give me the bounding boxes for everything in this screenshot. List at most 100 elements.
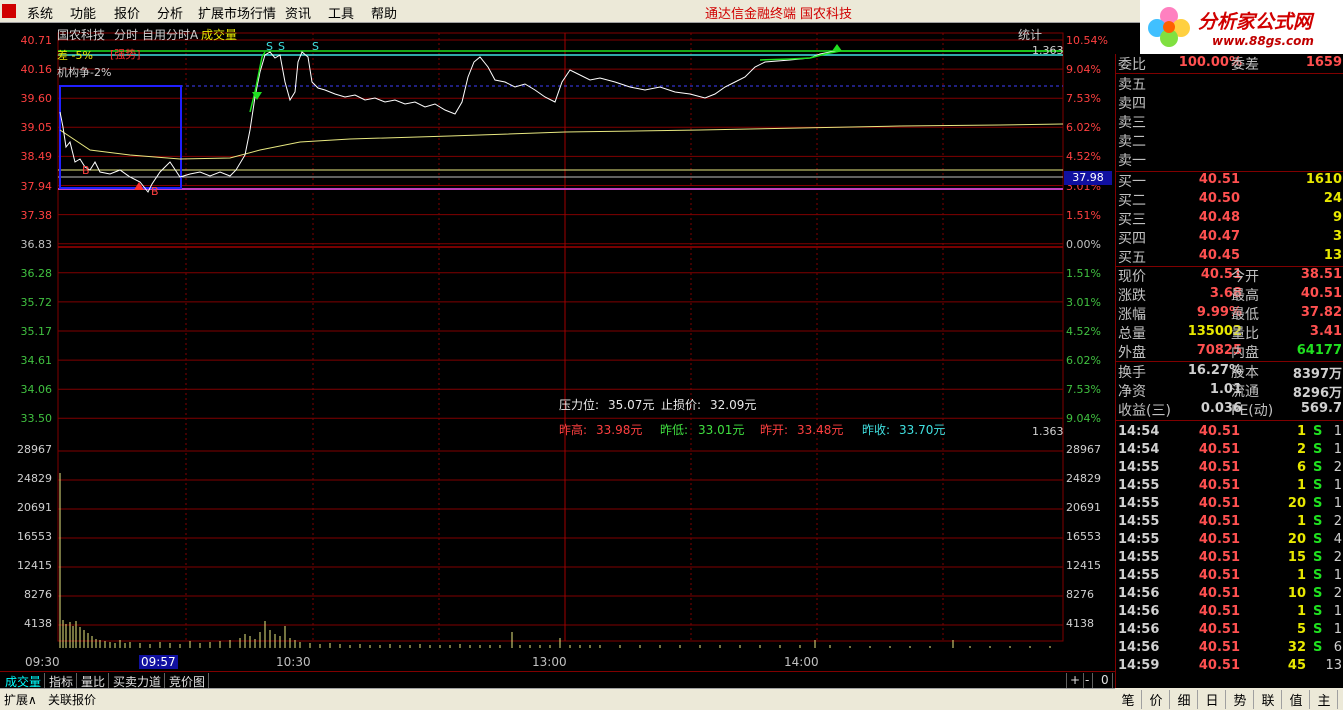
volume-tick: 4138	[24, 617, 52, 630]
percent-tick: 4.52%	[1066, 150, 1101, 164]
stat-label: 涨幅	[1118, 307, 1146, 323]
price-line	[59, 50, 1063, 193]
percent-tick: 7.53%	[1066, 92, 1101, 106]
trade-volume: 15	[1287, 550, 1306, 565]
trade-row: 14:55 40.51 1 S 1	[1116, 568, 1343, 586]
menu-help[interactable]: 帮助	[371, 3, 397, 22]
menu-quote[interactable]: 报价	[114, 3, 140, 22]
ask-level-label: 卖五	[1118, 77, 1146, 93]
stop-value: 32.09元	[710, 398, 757, 412]
trade-volume: 45	[1287, 658, 1306, 673]
menu-function[interactable]: 功能	[70, 3, 96, 22]
bid-volume: 24	[1323, 191, 1342, 206]
trade-row: 14:54 40.51 2 S 1	[1116, 442, 1343, 460]
ratio-label: 委比	[1118, 57, 1146, 73]
trade-count: 2	[1333, 586, 1342, 601]
trade-price: 40.51	[1198, 460, 1240, 475]
volume-tick: 8276	[24, 588, 52, 601]
price-tick: 40.16	[20, 63, 53, 77]
signal-marker: S	[266, 40, 273, 53]
right-tab[interactable]: 主	[1311, 690, 1338, 709]
quote-panel: 委比 100.00% 委差 1659 卖五 卖四 卖三 卖二 卖一 买一 40.51 161…	[1115, 54, 1343, 688]
price-tick: 39.05	[20, 121, 53, 135]
volume-tick: 12415	[17, 559, 52, 572]
price-tick: 37.94	[20, 179, 53, 193]
tab-auction[interactable]: 竞价图	[166, 673, 210, 689]
volume-tick: 24829	[17, 472, 52, 485]
volume-tick: 28967	[17, 443, 52, 456]
trade-price: 40.51	[1198, 586, 1240, 601]
chart-tabs: 成交量 指标 量比 买卖力道 竞价图 + - 0	[0, 671, 1115, 689]
right-tab[interactable]: 值	[1283, 690, 1310, 709]
trade-row: 14:56 40.51 1 S 1	[1116, 604, 1343, 622]
percent-tick: 1.51%	[1066, 208, 1101, 222]
volume-tick-right: 24829	[1066, 472, 1101, 485]
bid-volume: 1610	[1305, 172, 1342, 187]
volume-tick-right: 8276	[1066, 588, 1094, 601]
stat-value: 37.82	[1300, 305, 1342, 320]
chart-canvas[interactable]: S S SBB	[0, 22, 1115, 672]
price-tick: 34.06	[20, 383, 53, 397]
flower-icon	[1148, 7, 1190, 47]
price-tick: 37.38	[20, 208, 53, 222]
prev-low-value: 33.01元	[698, 423, 745, 437]
pressure-label: 压力位:	[559, 398, 600, 412]
related-quote-button[interactable]: 关联报价	[48, 691, 96, 708]
trade-time: 14:59	[1118, 658, 1160, 673]
bid-price: 40.51	[1198, 172, 1240, 187]
trade-count: 6	[1333, 640, 1342, 655]
average-price-line	[59, 123, 1064, 160]
trade-volume: 10	[1287, 586, 1306, 601]
trade-volume: 6	[1296, 460, 1306, 475]
stats-button[interactable]: 统计	[1018, 26, 1042, 43]
chart-stock-name: 国农科技	[57, 28, 106, 42]
percent-tick: 1.51%	[1066, 266, 1101, 280]
right-tab[interactable]: 价	[1143, 690, 1170, 709]
trade-count: 1	[1333, 622, 1342, 637]
prev-close-label: 昨收:	[862, 423, 891, 437]
trade-count: 1	[1333, 424, 1342, 439]
menu-news[interactable]: 资讯	[285, 3, 311, 22]
right-tab[interactable]: 细	[1171, 690, 1198, 709]
chart-indicator-name: 自用分时A	[142, 28, 199, 42]
tab-volume[interactable]: 成交量	[2, 673, 46, 689]
signal-label: [强势]	[110, 48, 141, 61]
trade-time: 14:56	[1118, 622, 1160, 637]
reset-button[interactable]: 0	[1098, 673, 1113, 688]
trade-price: 40.51	[1198, 532, 1240, 547]
right-tab[interactable]: 日	[1199, 690, 1226, 709]
price-tick: 39.60	[20, 92, 53, 106]
right-tab[interactable]: 笔	[1115, 690, 1142, 709]
expand-button[interactable]: 扩展∧	[4, 691, 37, 708]
menu-analysis[interactable]: 分析	[157, 3, 183, 22]
stop-label: 止损价:	[661, 398, 702, 412]
percent-tick: 9.04%	[1066, 63, 1101, 77]
menu-tools[interactable]: 工具	[328, 3, 354, 22]
trade-price: 40.51	[1198, 568, 1240, 583]
trade-time: 14:55	[1118, 568, 1160, 583]
right-tab[interactable]: 联	[1255, 690, 1282, 709]
intraday-chart[interactable]: SSSBB 国农科技 分时 自用分时A 成交量 统计 1.363 差 -5% […	[0, 22, 1115, 672]
stat-label: 内盘	[1231, 345, 1259, 361]
trade-time: 14:55	[1118, 532, 1160, 547]
tab-volume-ratio[interactable]: 量比	[78, 673, 110, 689]
cursor-price-label: 37.98	[1064, 171, 1112, 185]
menu-extended-market[interactable]: 扩展市场行情	[198, 3, 276, 22]
percent-tick: 0.00%	[1066, 237, 1101, 251]
trade-row: 14:59 40.51 45 13	[1116, 658, 1343, 676]
bid-price: 40.45	[1198, 248, 1240, 263]
menu-system[interactable]: 系统	[27, 3, 53, 22]
logo-text: 分析家公式网	[1198, 11, 1313, 33]
trade-count: 2	[1333, 514, 1342, 529]
trade-time: 14:55	[1118, 550, 1160, 565]
tab-buy-sell-force[interactable]: 买卖力道	[110, 673, 166, 689]
prev-high-label: 昨高:	[559, 423, 588, 437]
trade-price: 40.51	[1198, 658, 1240, 673]
fundamental-label: 净资	[1118, 384, 1146, 400]
tab-indicator[interactable]: 指标	[46, 673, 78, 689]
zoom-out-button[interactable]: -	[1082, 673, 1094, 688]
stat-value: 3.41	[1309, 324, 1342, 339]
price-tick: 34.61	[20, 354, 53, 368]
percent-tick: 4.52%	[1066, 325, 1101, 338]
right-tab[interactable]: 势	[1227, 690, 1254, 709]
